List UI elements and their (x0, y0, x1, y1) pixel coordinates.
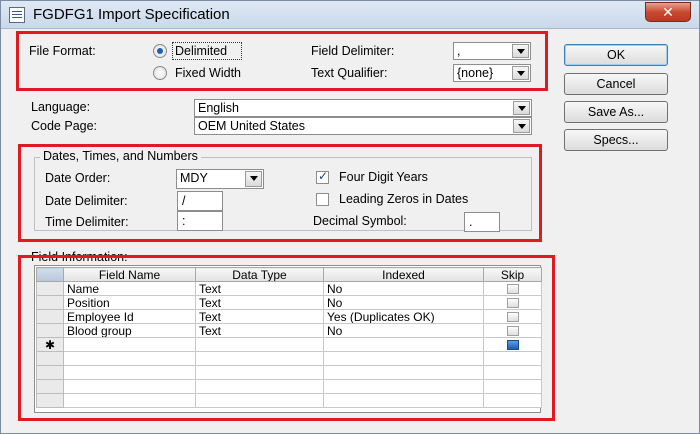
code-page-label: Code Page: (31, 119, 98, 133)
language-value: English (198, 101, 239, 115)
code-page-select[interactable]: OEM United States (194, 117, 532, 135)
specs-button[interactable]: Specs... (564, 129, 668, 151)
code-page-value: OEM United States (198, 119, 305, 133)
ok-button[interactable]: OK (564, 44, 668, 66)
save-as-button[interactable]: Save As... (564, 101, 668, 123)
cancel-button[interactable]: Cancel (564, 73, 668, 95)
close-button[interactable]: ✕ (645, 2, 691, 22)
title-bar: FGDFG1 Import Specification ✕ (1, 1, 699, 29)
import-specification-dialog: FGDFG1 Import Specification ✕ File Forma… (0, 0, 700, 434)
highlight-file-format (16, 31, 548, 91)
window-title: FGDFG1 Import Specification (33, 6, 230, 23)
chevron-down-icon[interactable] (513, 119, 530, 133)
highlight-dates-times-numbers (18, 144, 542, 242)
dialog-icon (9, 7, 25, 23)
language-label: Language: (31, 100, 91, 114)
highlight-field-information (18, 255, 555, 421)
language-select[interactable]: English (194, 99, 532, 117)
chevron-down-icon[interactable] (513, 101, 530, 115)
